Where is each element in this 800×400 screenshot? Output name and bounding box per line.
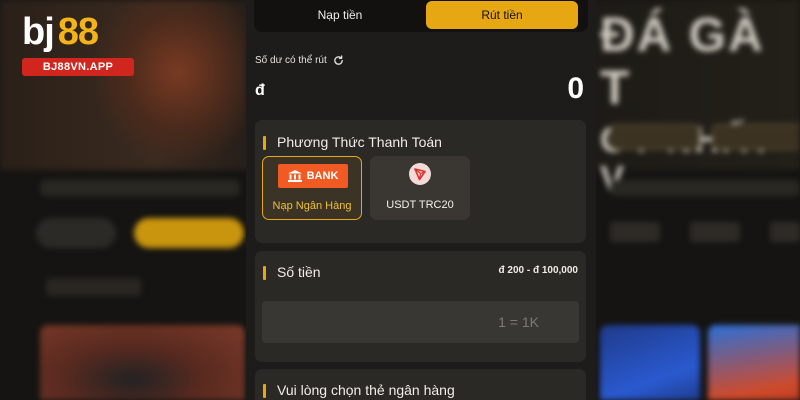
logo-url: BJ88VN.APP xyxy=(22,58,134,76)
notice-bar xyxy=(40,180,240,196)
refresh-icon[interactable] xyxy=(333,55,344,66)
hero-pill xyxy=(712,124,800,150)
category-tabs xyxy=(36,218,244,248)
payment-method-card: Phương Thức Thanh Toán BANK Nạp Ngân Hàn… xyxy=(255,120,586,243)
tron-icon xyxy=(409,163,431,185)
category-icon xyxy=(770,222,800,242)
method-usdt-option[interactable]: USDT TRC20 xyxy=(370,156,470,220)
game-card xyxy=(600,325,700,400)
method-bank-option[interactable]: BANK Nạp Ngân Hàng xyxy=(262,156,362,220)
logo-prefix: bj xyxy=(22,11,55,53)
bank-icon: BANK xyxy=(278,164,348,188)
notice-bar xyxy=(610,180,800,196)
amount-range: đ 200 - đ 100,000 xyxy=(498,265,579,276)
bank-card-title: Vui lòng chọn thẻ ngân hàng xyxy=(263,382,455,398)
withdrawable-balance-label: Số dư có thể rút xyxy=(255,55,344,66)
transaction-tabs: Nạp tiền Rút tiền xyxy=(254,0,588,32)
tab-withdraw[interactable]: Rút tiền xyxy=(426,1,578,29)
amount-card: Số tiền đ 200 - đ 100,000 xyxy=(255,251,586,362)
bank-card-section: Vui lòng chọn thẻ ngân hàng xyxy=(255,369,586,400)
hero-headline: ĐÁ GÀ T OT NHẤT V xyxy=(600,9,772,200)
balance-label-text: Số dư có thể rút xyxy=(255,55,327,66)
category-icon xyxy=(690,222,740,242)
brand-logo: bj 88 BJ88VN.APP xyxy=(22,10,134,80)
game-card xyxy=(708,325,800,400)
hero-buttons xyxy=(610,124,800,150)
logo-wordmark: bj 88 xyxy=(22,10,134,54)
bank-logo-text: BANK xyxy=(306,170,339,182)
amount-input[interactable] xyxy=(262,301,579,343)
withdraw-panel: Nạp tiền Rút tiền Số dư có thể rút đ 0 P… xyxy=(246,0,596,400)
currency-symbol: đ xyxy=(255,82,265,99)
section-label xyxy=(46,278,141,296)
game-card xyxy=(40,325,245,400)
hero-pill xyxy=(610,124,700,150)
category-icon xyxy=(610,222,660,242)
category-tab-active xyxy=(134,218,244,248)
category-icons xyxy=(610,222,800,242)
method-bank-label: Nạp Ngân Hàng xyxy=(272,200,352,212)
balance-value: 0 xyxy=(567,72,584,105)
logo-number: 88 xyxy=(57,11,99,53)
method-usdt-label: USDT TRC20 xyxy=(386,199,454,211)
amount-title: Số tiền xyxy=(263,264,321,280)
payment-method-title: Phương Thức Thanh Toán xyxy=(263,134,442,150)
category-tab xyxy=(36,218,116,248)
tab-deposit[interactable]: Nạp tiền xyxy=(264,1,416,29)
